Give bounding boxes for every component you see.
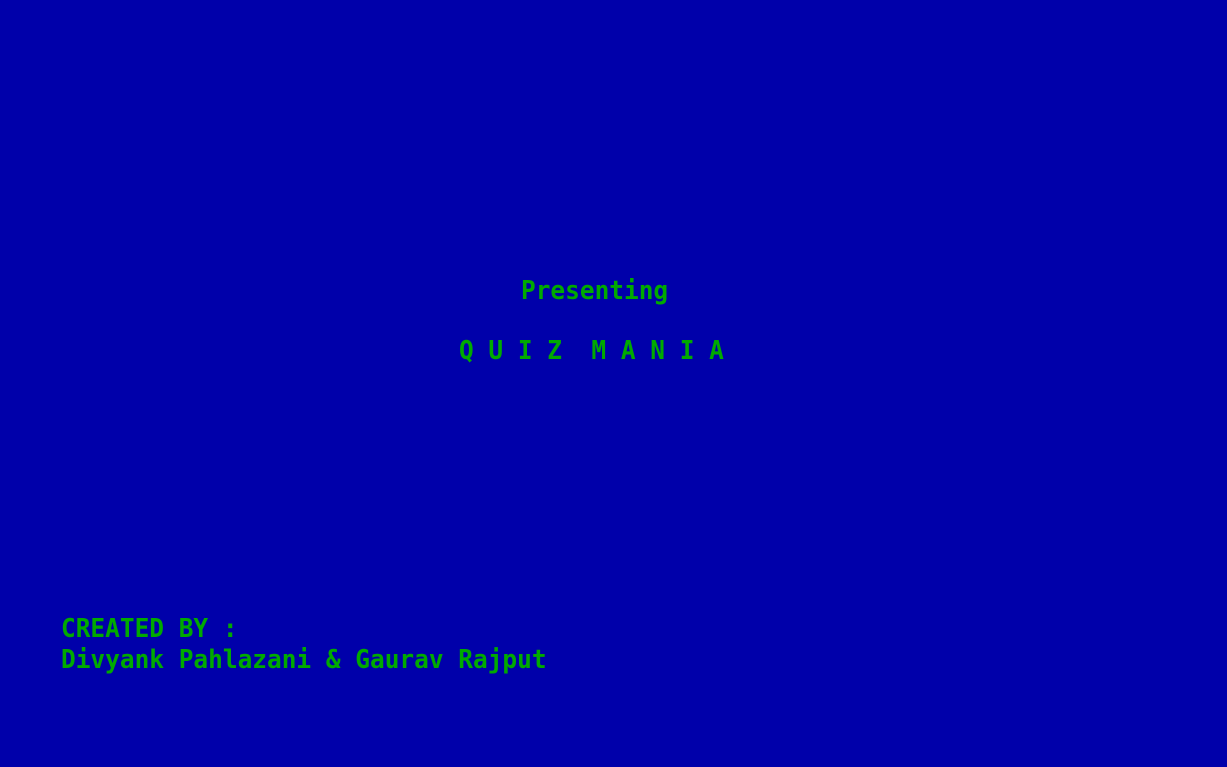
authors-text: Divyank Pahlazani & Gaurav Rajput (61, 645, 547, 675)
splash-screen: Presenting Q U I Z M A N I A CREATED BY … (0, 0, 1227, 767)
game-title: Q U I Z M A N I A (459, 336, 724, 366)
presenting-text: Presenting (521, 276, 669, 306)
created-by-label: CREATED BY : (61, 614, 238, 644)
